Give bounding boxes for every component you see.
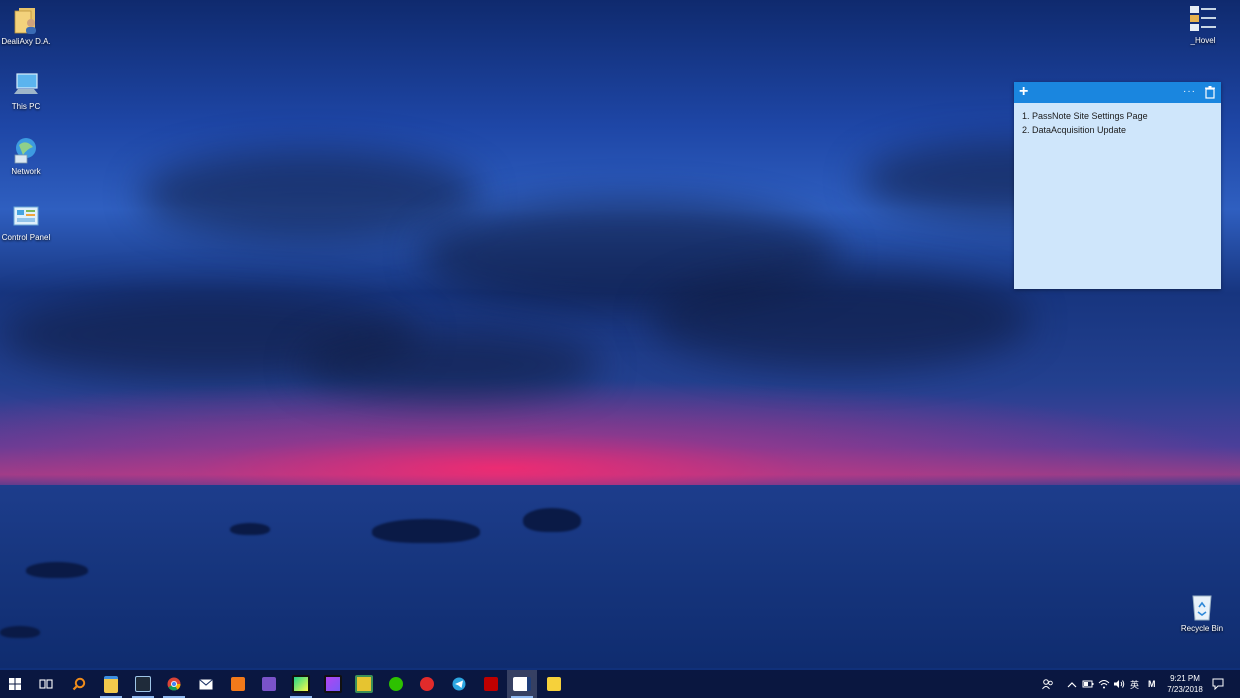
file-explorer-icon [104, 675, 118, 693]
desktop-icon-label: Recycle Bin [1180, 624, 1224, 633]
app-icon [355, 675, 373, 693]
rock [26, 562, 88, 578]
wechat-icon [389, 677, 403, 691]
sticky-note-titlebar[interactable]: + ··· [1014, 82, 1221, 103]
app-button[interactable] [349, 670, 379, 698]
volume-button[interactable] [1113, 670, 1125, 698]
clock-date: 7/23/2018 [1167, 685, 1203, 694]
sublime-icon [231, 677, 245, 691]
rock [372, 519, 480, 543]
visual-studio-button[interactable] [254, 670, 284, 698]
desktop-icon-hovel[interactable]: _Hovel [1177, 4, 1229, 45]
taskbar: 英 M 9:21 PM 7/23/2018 [0, 670, 1240, 698]
chrome-button[interactable] [159, 670, 189, 698]
desktop-icon-this-pc[interactable]: This PC [0, 70, 52, 111]
notes-button[interactable] [539, 670, 569, 698]
filezilla-icon [484, 677, 498, 691]
rock [230, 523, 270, 535]
netease-music-icon [420, 677, 434, 691]
sea [0, 485, 1240, 668]
terminal-icon [135, 676, 151, 692]
phpstorm-button[interactable] [318, 670, 348, 698]
sticky-notes-button[interactable] [507, 670, 537, 698]
visual-studio-icon [262, 677, 276, 691]
sticky-note-window[interactable]: + ··· 1. PassNote Site Settings Page 2. … [1014, 82, 1221, 289]
computer-icon [11, 70, 41, 98]
add-note-button[interactable]: + [1019, 83, 1028, 101]
mail-icon [199, 678, 213, 689]
sticky-notes-icon [513, 677, 531, 691]
desktop-icon-control-panel[interactable]: Control Panel [0, 201, 52, 242]
speaker-icon [1114, 680, 1125, 688]
search-button[interactable] [64, 670, 94, 698]
folder-list-icon [1188, 4, 1218, 32]
recycle-bin-icon [1187, 592, 1217, 621]
phpstorm-icon [324, 675, 342, 693]
windows-logo-icon [9, 678, 21, 690]
netease-music-button[interactable] [412, 670, 442, 698]
trash-icon [1205, 86, 1215, 99]
pycharm-icon [292, 675, 310, 693]
wechat-button[interactable] [381, 670, 411, 698]
filezilla-button[interactable] [476, 670, 506, 698]
people-button[interactable] [1042, 670, 1054, 698]
desktop-icon-label: _Hovel [1190, 36, 1216, 45]
input-language-button[interactable]: 英 [1130, 670, 1139, 698]
rock [523, 508, 581, 532]
network-icon [11, 135, 41, 164]
notes-icon [547, 677, 561, 691]
input-mode-button[interactable]: M [1148, 670, 1156, 698]
cloud [140, 150, 480, 240]
clock-time: 9:21 PM [1170, 674, 1200, 683]
telegram-button[interactable] [444, 670, 474, 698]
battery-icon [1082, 680, 1094, 688]
chrome-icon [167, 677, 181, 691]
desktop-icon-network[interactable]: Network [0, 135, 52, 176]
control-panel-icon [11, 201, 41, 229]
desktop-icon-recycle-bin[interactable]: Recycle Bin [1176, 592, 1228, 633]
cloud [300, 330, 600, 400]
chevron-up-icon [1067, 681, 1077, 687]
battery-button[interactable] [1082, 670, 1094, 698]
start-button[interactable] [0, 670, 30, 698]
people-icon [1042, 679, 1053, 690]
desktop-icon-user[interactable]: DealiAxy D.A. [0, 5, 52, 46]
desktop-icon-label: This PC [11, 102, 41, 111]
file-explorer-button[interactable] [96, 670, 126, 698]
desktop-icon-label: Control Panel [1, 233, 51, 242]
note-line: 2. DataAcquisition Update [1022, 125, 1127, 135]
desktop-icon-label: Network [11, 167, 41, 176]
delete-note-button[interactable] [1204, 86, 1216, 104]
mail-button[interactable] [191, 670, 221, 698]
pycharm-button[interactable] [286, 670, 316, 698]
terminal-button[interactable] [128, 670, 158, 698]
wifi-button[interactable] [1098, 670, 1110, 698]
cloud [650, 270, 1030, 370]
sticky-note-content[interactable]: 1. PassNote Site Settings Page 2. DataAc… [1014, 103, 1221, 143]
desktop-icon-label: DealiAxy D.A. [1, 37, 51, 46]
action-center-button[interactable] [1212, 670, 1224, 698]
telegram-icon [452, 677, 466, 691]
sublime-button[interactable] [223, 670, 253, 698]
search-icon [72, 677, 86, 691]
note-line: 1. PassNote Site Settings Page [1022, 111, 1148, 121]
clock[interactable]: 9:21 PM 7/23/2018 [1164, 673, 1206, 695]
note-menu-button[interactable]: ··· [1183, 86, 1196, 97]
task-view-icon [39, 679, 53, 689]
notification-icon [1212, 678, 1224, 690]
show-hidden-icons-button[interactable] [1067, 670, 1077, 698]
rock [0, 626, 40, 638]
user-folder-icon [11, 5, 41, 34]
task-view-button[interactable] [31, 670, 61, 698]
wifi-icon [1098, 680, 1110, 689]
